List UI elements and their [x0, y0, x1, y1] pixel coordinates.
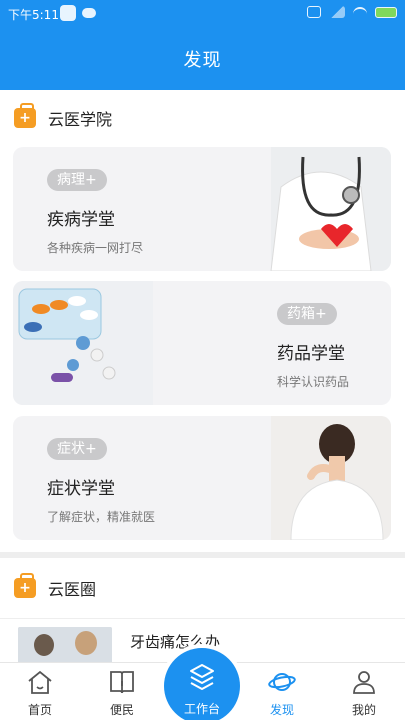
nav-item-me[interactable]: 我的 — [334, 663, 394, 720]
nav-item-home[interactable]: 首页 — [10, 663, 70, 720]
card-subtitle: 了解症状，精准就医 — [47, 510, 156, 524]
cloud-notification-icon — [82, 8, 96, 18]
book-icon — [110, 671, 134, 694]
card-symptom-academy[interactable]: 症状+ 症状学堂 了解症状，精准就医 — [13, 416, 391, 540]
status-bar: 下午5:11 — [0, 0, 405, 28]
nav-item-discover[interactable]: 发现 — [252, 663, 312, 720]
nav-label: 发现 — [269, 703, 294, 717]
article-thumbnail — [18, 627, 112, 663]
card-disease-academy[interactable]: 病理+ 疾病学堂 各种疾病一网打尽 — [13, 147, 391, 271]
notification-icons — [60, 5, 96, 21]
card-subtitle: 科学认识药品 — [277, 375, 350, 389]
section-header-cloud-academy: 云医学院 — [0, 90, 405, 146]
status-icons — [307, 6, 397, 18]
section-divider — [0, 552, 405, 558]
medical-kit-icon — [14, 573, 36, 598]
person-icon — [353, 671, 375, 694]
card-tag: 症状+ — [47, 438, 107, 460]
planet-icon — [268, 673, 296, 691]
signal-icon — [329, 6, 345, 18]
app-notification-icon — [60, 5, 76, 21]
mute-icon — [307, 6, 321, 18]
page-title: 发现 — [183, 50, 222, 71]
card-title: 药品学堂 — [277, 344, 345, 364]
nav-label: 工作台 — [183, 702, 220, 716]
section-header-cloud-circle: 云医圈 — [0, 560, 405, 616]
medical-kit-icon — [14, 103, 36, 128]
card-subtitle: 各种疾病一网打尽 — [47, 241, 144, 255]
card-title: 症状学堂 — [47, 479, 115, 499]
home-icon — [28, 670, 52, 694]
layers-icon — [190, 664, 214, 690]
nav-label: 我的 — [351, 703, 376, 717]
card-tag: 药箱+ — [277, 303, 337, 325]
section-title: 云医学院 — [48, 110, 113, 129]
neck-pain-image — [271, 416, 391, 540]
pills-image — [13, 281, 153, 405]
nav-label: 首页 — [27, 703, 52, 717]
card-title: 疾病学堂 — [47, 210, 115, 230]
battery-icon — [375, 6, 397, 18]
section-title: 云医圈 — [48, 580, 97, 599]
card-tag: 病理+ — [47, 169, 107, 191]
nav-item-convenience[interactable]: 便民 — [92, 663, 152, 720]
card-drug-academy[interactable]: 药箱+ 药品学堂 科学认识药品 — [13, 281, 391, 405]
status-time: 下午5:11 — [8, 8, 59, 22]
top-bar: 下午5:11 发现 — [0, 0, 405, 90]
nav-label: 便民 — [109, 703, 134, 717]
doctor-image — [270, 147, 391, 271]
wifi-icon — [353, 7, 367, 17]
nav-item-workbench[interactable]: 工作台 — [164, 648, 240, 720]
